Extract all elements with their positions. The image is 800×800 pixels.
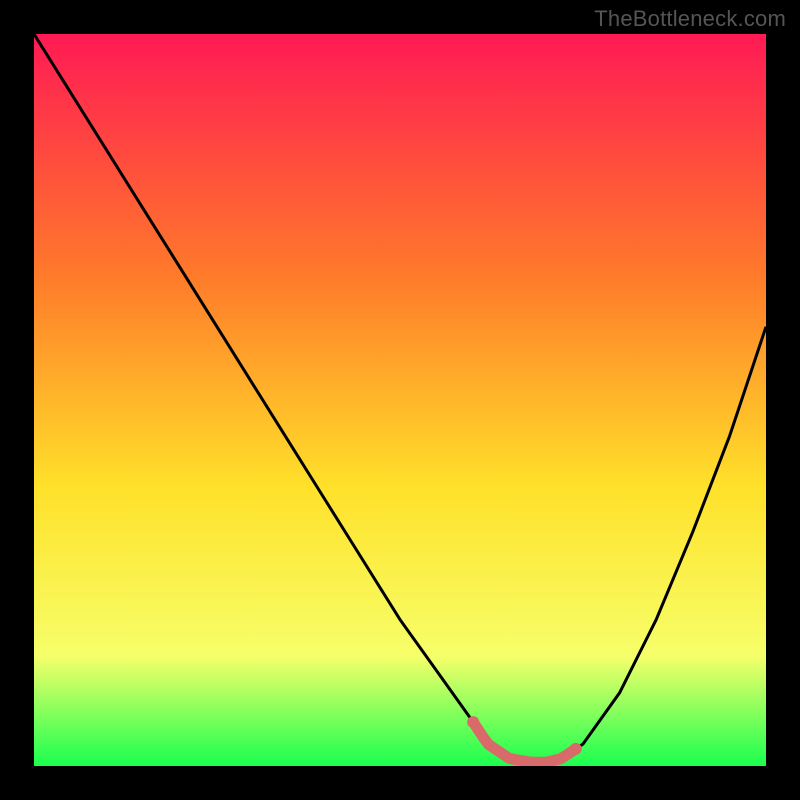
gradient-background: [34, 34, 766, 766]
highlight-start-dot: [467, 716, 479, 728]
watermark-text: TheBottleneck.com: [594, 6, 786, 32]
highlight-end-dot: [570, 743, 582, 755]
chart-frame: TheBottleneck.com: [0, 0, 800, 800]
plot-area: [34, 34, 766, 766]
chart-svg: [34, 34, 766, 766]
